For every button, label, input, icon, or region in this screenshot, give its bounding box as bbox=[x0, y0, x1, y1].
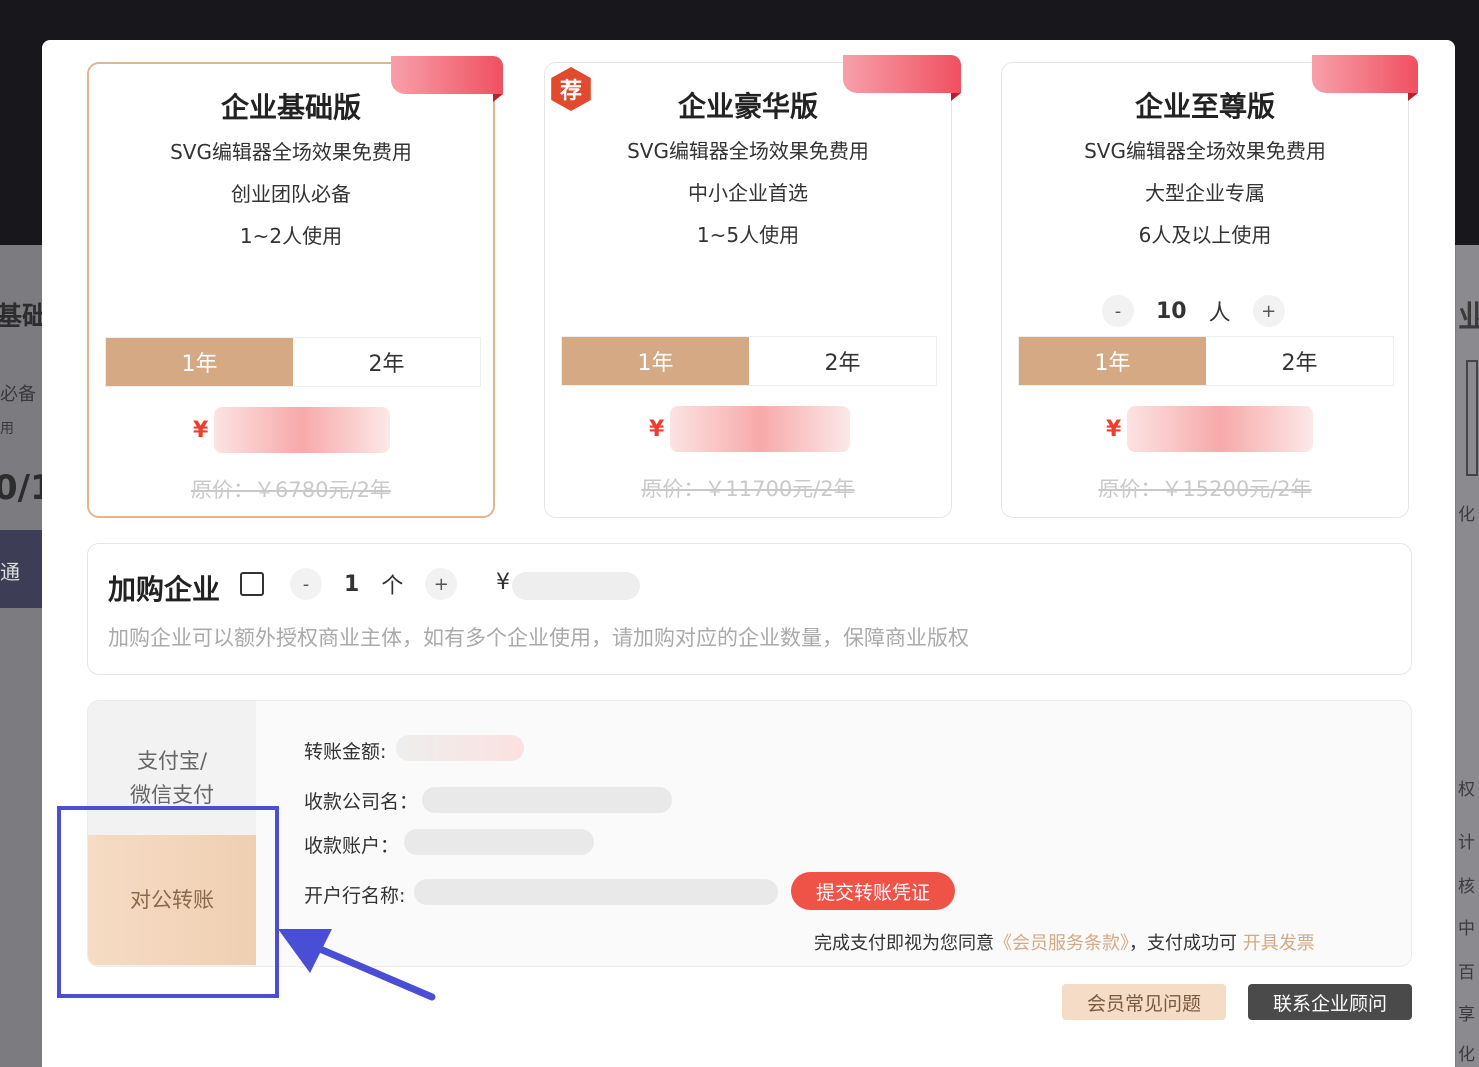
background-subtitle-fragment: 必备 bbox=[0, 384, 36, 405]
add-company-title: 加购企业 bbox=[108, 573, 221, 606]
transfer-amount-label: 转账金额: bbox=[304, 741, 387, 763]
contact-advisor-button[interactable]: 联系企业顾问 bbox=[1248, 984, 1412, 1020]
plan-tagline: 中小企业首选 bbox=[688, 181, 808, 205]
plan-card-basic[interactable]: 企业基础版 SVG编辑器全场效果免费用 创业团队必备 1~2人使用 1年 2年 … bbox=[87, 56, 503, 518]
year-toggle: 1年 2年 bbox=[1018, 336, 1394, 386]
background-button: 通 bbox=[0, 530, 42, 608]
original-price: 原价：￥6780元/2年 bbox=[191, 478, 391, 502]
company-count-value: 1 bbox=[344, 571, 360, 597]
background-right-title: 业 bbox=[1458, 300, 1479, 335]
year-toggle: 1年 2年 bbox=[561, 336, 937, 386]
add-company-checkbox[interactable] bbox=[240, 572, 264, 596]
payee-company-redacted bbox=[422, 787, 672, 813]
user-count-value: 10 bbox=[1156, 298, 1187, 324]
transfer-amount-redacted bbox=[396, 735, 524, 761]
background-right-text: 计 bbox=[1458, 833, 1475, 853]
price-redacted bbox=[1127, 406, 1314, 452]
agreement-mid: ，支付成功可 bbox=[1129, 933, 1237, 954]
plan-title: 企业基础版 bbox=[220, 91, 361, 124]
plan-card-deluxe[interactable]: 荐 企业豪华版 SVG编辑器全场效果免费用 中小企业首选 1~5人使用 1年 2… bbox=[544, 55, 961, 518]
plan-feature: SVG编辑器全场效果免费用 bbox=[170, 140, 412, 164]
add-company-section: 加购企业 - 1 个 + ¥ 加购企业可以额外授权商业主体，如有多个企业使用，请… bbox=[87, 543, 1412, 675]
submit-transfer-proof-button[interactable]: 提交转账凭证 bbox=[791, 872, 955, 910]
annotation-arrow-icon bbox=[278, 929, 436, 1001]
currency-symbol: ¥ bbox=[193, 417, 209, 443]
agreement-text: 完成支付即视为您同意《会员服务条款》，支付成功可 开具发票 bbox=[814, 929, 1315, 955]
user-count-stepper: - 10 人 + bbox=[1102, 295, 1285, 327]
user-count-unit: 人 bbox=[1208, 301, 1231, 326]
plan-tagline: 创业团队必备 bbox=[231, 182, 351, 206]
plan-title: 企业至尊版 bbox=[1134, 90, 1275, 123]
plan-tagline: 大型企业专属 bbox=[1145, 181, 1265, 205]
plan-feature: SVG编辑器全场效果免费用 bbox=[1084, 139, 1326, 163]
payee-company-label: 收款公司名： bbox=[304, 791, 419, 813]
decrement-button[interactable]: - bbox=[1102, 295, 1134, 327]
increment-button[interactable]: + bbox=[1252, 295, 1285, 327]
original-price: 原价：￥15200元/2年 bbox=[1098, 477, 1312, 501]
faq-button[interactable]: 会员常见问题 bbox=[1062, 984, 1226, 1020]
payee-account-label: 收款账户： bbox=[304, 835, 400, 857]
plan-price: ¥ bbox=[649, 403, 851, 455]
background-button-label: 通 bbox=[0, 560, 20, 584]
annotation-highlight-box bbox=[57, 806, 279, 998]
plan-card-supreme[interactable]: 企业至尊版 SVG编辑器全场效果免费用 大型企业专属 6人及以上使用 - 10 … bbox=[1001, 55, 1418, 518]
plan-feature: SVG编辑器全场效果免费用 bbox=[627, 139, 869, 163]
price-redacted bbox=[214, 407, 391, 453]
background-right-text: 化 bbox=[1458, 1045, 1475, 1065]
year-toggle: 1年 2年 bbox=[105, 337, 481, 387]
background-right-text: 百 bbox=[1458, 963, 1475, 983]
increment-button[interactable]: + bbox=[425, 568, 458, 600]
invoice-link[interactable]: 开具发票 bbox=[1243, 933, 1315, 954]
year-option-2[interactable]: 2年 bbox=[293, 338, 480, 386]
terms-link[interactable]: 《会员服务条款》 bbox=[994, 933, 1129, 954]
year-option-1[interactable]: 1年 bbox=[562, 337, 749, 385]
year-option-1[interactable]: 1年 bbox=[106, 338, 293, 386]
agreement-prefix: 完成支付即视为您同意 bbox=[814, 933, 994, 954]
currency-symbol: ¥ bbox=[1106, 416, 1122, 442]
add-company-description: 加购企业可以额外授权商业主体，如有多个企业使用，请加购对应的企业数量，保障商业版… bbox=[108, 626, 969, 650]
background-right-text: 享 bbox=[1458, 1005, 1475, 1025]
currency-symbol: ¥ bbox=[649, 416, 665, 442]
year-option-1[interactable]: 1年 bbox=[1019, 337, 1206, 385]
bank-name-redacted bbox=[414, 879, 778, 905]
background-qr-icon bbox=[1466, 360, 1478, 476]
payee-account-redacted bbox=[404, 829, 594, 855]
background-right-text: 权 bbox=[1458, 780, 1475, 800]
plan-users: 1~2人使用 bbox=[239, 224, 343, 248]
year-option-2[interactable]: 2年 bbox=[1206, 337, 1393, 385]
company-count-unit: 个 bbox=[381, 574, 404, 599]
company-count-stepper: - 1 个 + bbox=[290, 568, 458, 600]
background-right-text: 核 bbox=[1458, 877, 1475, 897]
original-price: 原价：￥11700元/2年 bbox=[641, 477, 855, 501]
background-right-text: 化 bbox=[1458, 505, 1475, 525]
year-option-2[interactable]: 2年 bbox=[749, 337, 936, 385]
plan-price: ¥ bbox=[1106, 403, 1314, 455]
bank-name-label: 开户行名称: bbox=[304, 885, 406, 907]
plan-users: 1~5人使用 bbox=[696, 223, 800, 247]
background-title-fragment: 基础 bbox=[0, 302, 49, 332]
background-subtitle-fragment-2: 用 bbox=[0, 421, 14, 437]
plan-title: 企业豪华版 bbox=[677, 90, 818, 123]
price-redacted bbox=[670, 406, 851, 452]
plan-users: 6人及以上使用 bbox=[1138, 223, 1272, 247]
background-right-text: 中 bbox=[1458, 919, 1475, 939]
decrement-button[interactable]: - bbox=[290, 568, 322, 600]
price-redacted bbox=[512, 572, 640, 600]
currency-symbol: ¥ bbox=[496, 570, 510, 595]
plan-price: ¥ bbox=[193, 404, 391, 456]
